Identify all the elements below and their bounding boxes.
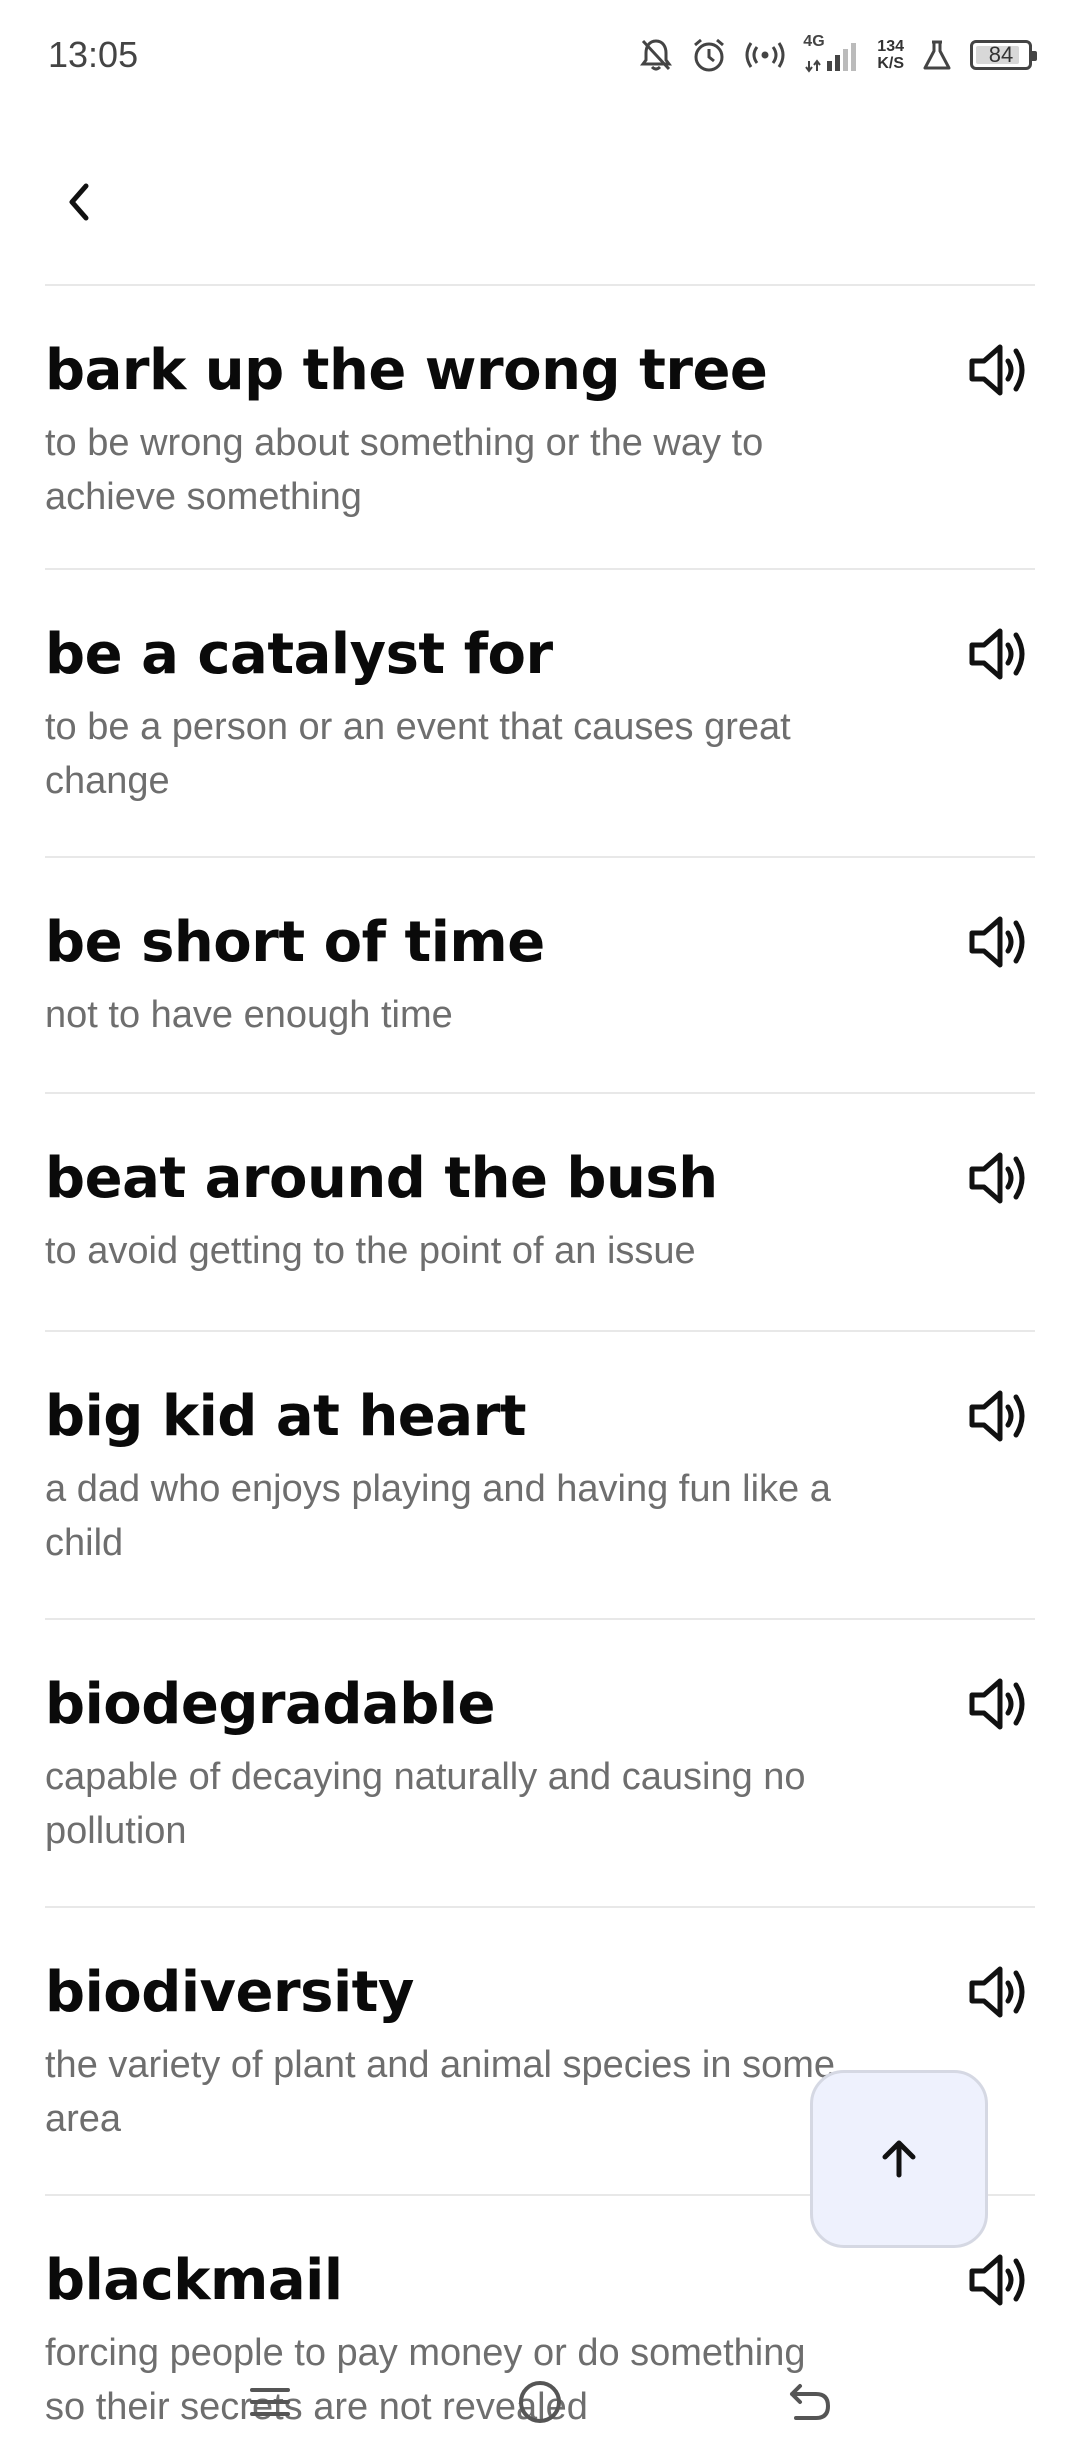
idiom-definition: to avoid getting to the point of an issu…	[45, 1230, 696, 1272]
bell-off-icon	[639, 37, 673, 73]
back-button[interactable]	[50, 172, 110, 232]
scroll-to-top-button[interactable]	[810, 2070, 988, 2248]
speaker-icon	[969, 1966, 1025, 2018]
idiom-title: be a catalyst for	[45, 622, 553, 687]
speaker-icon	[969, 1678, 1025, 1730]
network-speed: 134 K/S	[877, 38, 904, 72]
idiom-title: big kid at heart	[45, 1384, 526, 1449]
speaker-button[interactable]	[965, 1146, 1035, 1210]
status-icons: 4G 134 K/S 84	[639, 30, 1037, 80]
speaker-icon	[969, 628, 1025, 680]
battery-icon: 84	[970, 40, 1037, 70]
idiom-definition: capable of decaying naturally and causin…	[45, 1756, 806, 1852]
idiom-title: biodiversity	[45, 1960, 414, 2025]
lab-flask-icon	[922, 39, 952, 71]
speaker-button[interactable]	[965, 910, 1035, 974]
idiom-title: blackmail	[45, 2248, 343, 2313]
menu-icon	[250, 2388, 290, 2416]
idiom-title: be short of time	[45, 910, 545, 975]
idiom-definition: to be a person or an event that causes g…	[45, 706, 791, 802]
home-icon	[519, 2381, 561, 2423]
alarm-icon	[691, 37, 727, 73]
speaker-button[interactable]	[965, 1384, 1035, 1448]
idiom-item[interactable]: beat around the bush to avoid getting to…	[45, 1094, 1035, 1332]
speaker-icon	[969, 344, 1025, 396]
idiom-definition: not to have enough time	[45, 994, 453, 1036]
arrow-up-icon	[882, 2140, 916, 2178]
speaker-icon	[969, 2254, 1025, 2306]
signal-icon: 4G	[803, 33, 859, 73]
nav-menu-button[interactable]	[240, 2372, 300, 2432]
idiom-definition: the variety of plant and animal species …	[45, 2044, 835, 2140]
speaker-button[interactable]	[965, 1672, 1035, 1736]
speaker-button[interactable]	[965, 1960, 1035, 2024]
idiom-item[interactable]: biodegradable capable of decaying natura…	[45, 1620, 1035, 1908]
idiom-title: beat around the bush	[45, 1146, 718, 1211]
idiom-item[interactable]: be short of time not to have enough time	[45, 858, 1035, 1094]
speaker-button[interactable]	[965, 622, 1035, 686]
idiom-title: bark up the wrong tree	[45, 338, 768, 403]
speaker-button[interactable]	[965, 338, 1035, 402]
status-time: 13:05	[48, 34, 139, 75]
hotspot-icon	[745, 40, 785, 70]
speaker-icon	[969, 916, 1025, 968]
nav-bar	[0, 2350, 1080, 2460]
screen: 13:05 4G 134 K/S 84 bark up the wrong tr…	[0, 0, 1080, 2460]
nav-home-button[interactable]	[510, 2372, 570, 2432]
idiom-definition: to be wrong about something or the way t…	[45, 422, 764, 518]
idiom-item[interactable]: be a catalyst for to be a person or an e…	[45, 570, 1035, 858]
network-type: 4G	[803, 33, 825, 50]
status-bar: 13:05 4G 134 K/S 84	[0, 0, 1080, 110]
idiom-definition: a dad who enjoys playing and having fun …	[45, 1468, 831, 1564]
back-icon	[790, 2384, 830, 2420]
speaker-button[interactable]	[965, 2248, 1035, 2312]
idiom-item[interactable]: big kid at heart a dad who enjoys playin…	[45, 1332, 1035, 1620]
idiom-item[interactable]: bark up the wrong tree to be wrong about…	[45, 286, 1035, 570]
chevron-left-icon	[69, 183, 89, 221]
nav-back-button[interactable]	[780, 2372, 840, 2432]
idiom-title: biodegradable	[45, 1672, 495, 1737]
speaker-icon	[969, 1390, 1025, 1442]
speaker-icon	[969, 1152, 1025, 1204]
